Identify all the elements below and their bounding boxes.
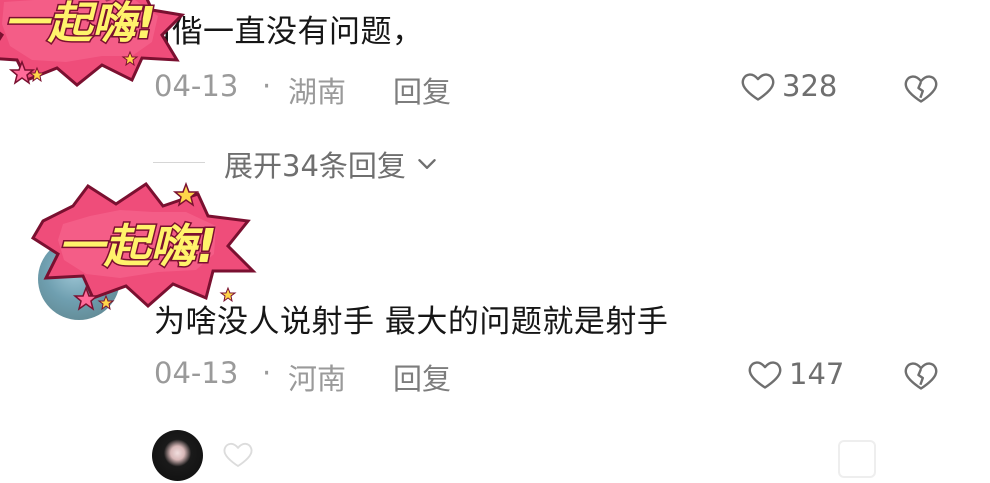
like-count: 147: [789, 357, 845, 391]
chevron-down-icon: [418, 159, 436, 169]
heart-outline-icon: [748, 361, 782, 389]
comment-date: 04-13: [154, 69, 239, 103]
sticker-text: 一起嗨!: [58, 219, 217, 273]
broken-heart-icon[interactable]: [903, 357, 939, 393]
faint-square-icon: [838, 440, 876, 478]
comment-date: 04-13: [154, 356, 239, 390]
meta-separator: ·: [262, 356, 272, 390]
like-count: 328: [782, 69, 838, 103]
comment-text: 为啥没人说射手 最大的问题就是射手: [154, 304, 669, 340]
reply-button[interactable]: 回复: [393, 69, 451, 111]
like-button[interactable]: 147: [747, 356, 844, 392]
reply-button[interactable]: 回复: [393, 356, 451, 398]
sticker-badge: 一起嗨!: [30, 181, 257, 311]
avatar[interactable]: [152, 430, 203, 481]
meta-separator: ·: [262, 69, 272, 103]
broken-heart-icon[interactable]: [903, 70, 939, 106]
heart-outline-icon[interactable]: [222, 438, 254, 470]
sticker-text: 一起嗨!: [4, 0, 156, 49]
heart-outline-icon: [741, 73, 775, 101]
comment-location: 湖南: [288, 75, 347, 109]
expand-divider: [153, 162, 205, 163]
like-button[interactable]: 328: [740, 68, 837, 104]
comment-location: 河南: [288, 362, 347, 396]
